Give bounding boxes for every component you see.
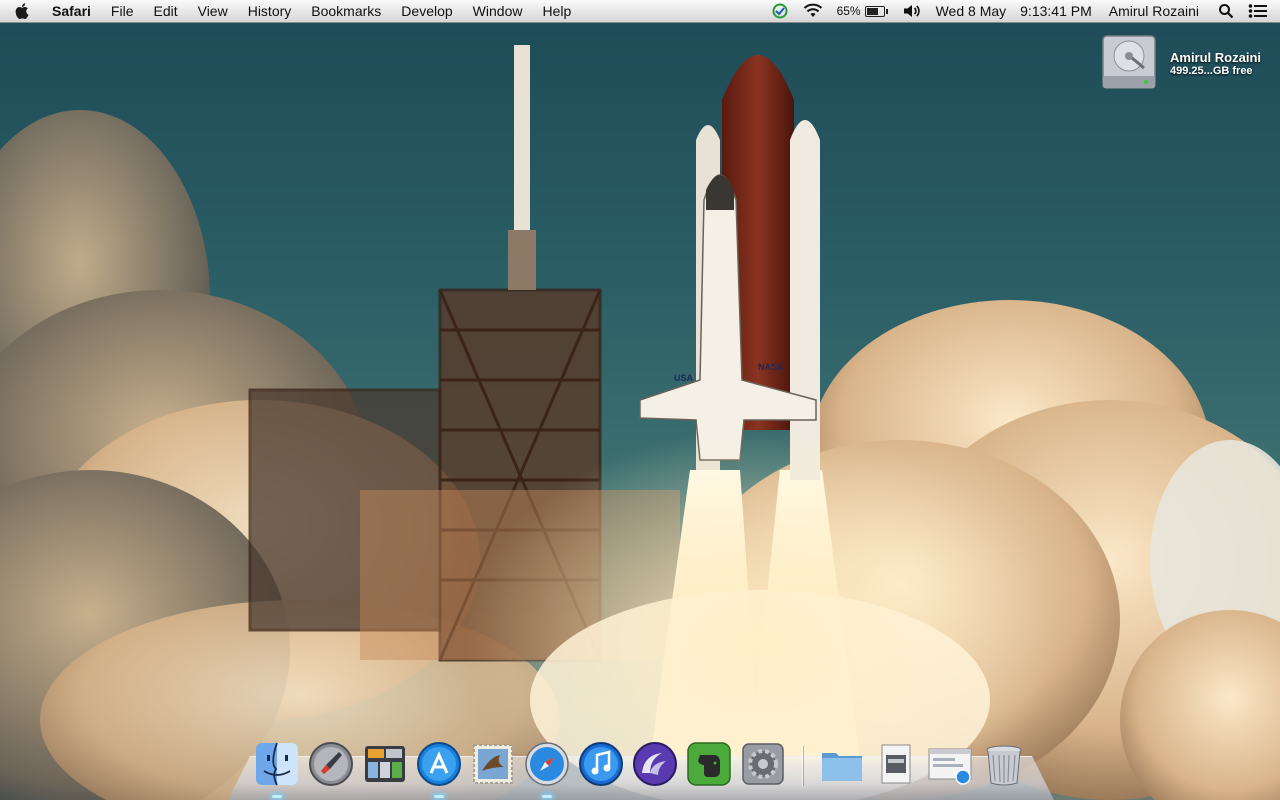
- hard-drive-icon: [1100, 32, 1158, 92]
- battery-menu[interactable]: 65%: [830, 0, 895, 22]
- volume-menu[interactable]: [895, 0, 929, 22]
- dock-folder-stack[interactable]: [818, 740, 866, 788]
- running-indicator: [542, 795, 552, 798]
- drive-free-space: 499.25...GB free: [1170, 65, 1253, 77]
- dock-web-document-stack[interactable]: [926, 740, 974, 788]
- dock-bittorrent[interactable]: [631, 740, 679, 788]
- battery-percent: 65%: [836, 4, 861, 18]
- battery-icon: [864, 5, 885, 17]
- evernote-elephant-icon: [687, 742, 731, 786]
- dock-safari[interactable]: [523, 740, 571, 798]
- safari-compass-icon: [525, 742, 569, 786]
- downloads-stack-icon: [881, 744, 911, 784]
- menu-view[interactable]: View: [188, 0, 238, 22]
- wifi-icon: [803, 3, 822, 17]
- dock-evernote[interactable]: [685, 740, 733, 788]
- menu-window[interactable]: Window: [463, 0, 533, 22]
- dock-itunes[interactable]: [577, 740, 625, 788]
- spotlight-button[interactable]: [1211, 0, 1241, 22]
- system-preferences-gear-icon: [742, 743, 784, 785]
- mission-control-icon: [365, 746, 405, 782]
- finder-icon: [256, 742, 298, 786]
- menu-file[interactable]: File: [101, 0, 144, 22]
- folder-stack-icon: [822, 753, 862, 781]
- notification-center-button[interactable]: [1241, 0, 1280, 22]
- dock-finder[interactable]: [253, 740, 301, 798]
- dock-trash[interactable]: [980, 740, 1028, 788]
- dock-separator: [802, 746, 803, 786]
- bittorrent-icon: [633, 742, 677, 786]
- apple-menu[interactable]: [0, 0, 44, 22]
- menu-history[interactable]: History: [238, 0, 302, 22]
- dock-app-store[interactable]: [415, 740, 463, 798]
- user-menu[interactable]: Amirul Rozaini: [1099, 0, 1211, 22]
- app-store-icon: [417, 742, 461, 786]
- search-icon: [1219, 4, 1234, 19]
- mail-stamp-icon: [473, 744, 513, 784]
- dock-launchpad[interactable]: [307, 740, 355, 788]
- dock: [250, 736, 1040, 798]
- running-indicator: [434, 795, 444, 798]
- drive-name: Amirul Rozaini: [1170, 50, 1262, 65]
- status-area: 65% Wed 8 May 9:13:41 PM Amirul Rozaini: [764, 0, 1280, 22]
- running-indicator: [272, 795, 282, 798]
- web-document-stack-icon: [928, 748, 972, 785]
- dock-mission-control[interactable]: [361, 740, 409, 788]
- desktop-drive-icon[interactable]: Amirul Rozaini 499.25...GB free: [1100, 32, 1270, 96]
- exhaust-glow: [0, 0, 1280, 800]
- apple-logo-icon: [15, 3, 29, 19]
- date-display[interactable]: Wed 8 May: [929, 0, 1014, 22]
- trash-icon: [986, 745, 1022, 786]
- time-machine-menu[interactable]: [764, 0, 796, 22]
- itunes-note-icon: [579, 742, 623, 786]
- menu-app-name[interactable]: Safari: [44, 0, 101, 22]
- menu-edit[interactable]: Edit: [143, 0, 187, 22]
- speaker-volume-icon: [903, 5, 920, 17]
- clock[interactable]: 9:13:41 PM: [1013, 0, 1099, 22]
- battery-tip: [885, 8, 888, 14]
- menu-bar: Safari File Edit View History Bookmarks …: [0, 0, 1280, 23]
- wifi-menu[interactable]: [796, 0, 830, 22]
- launchpad-rocket-icon: [309, 742, 353, 786]
- dock-downloads-stack[interactable]: [872, 740, 920, 788]
- notification-list-icon: [1248, 4, 1267, 18]
- desktop-wallpaper: USA NASA: [0, 0, 1280, 800]
- menu-help[interactable]: Help: [532, 0, 581, 22]
- dock-mail[interactable]: [469, 740, 517, 788]
- menu-develop[interactable]: Develop: [391, 0, 462, 22]
- menu-bookmarks[interactable]: Bookmarks: [301, 0, 391, 22]
- time-machine-sync-icon: [772, 3, 788, 19]
- dock-system-preferences[interactable]: [739, 740, 787, 788]
